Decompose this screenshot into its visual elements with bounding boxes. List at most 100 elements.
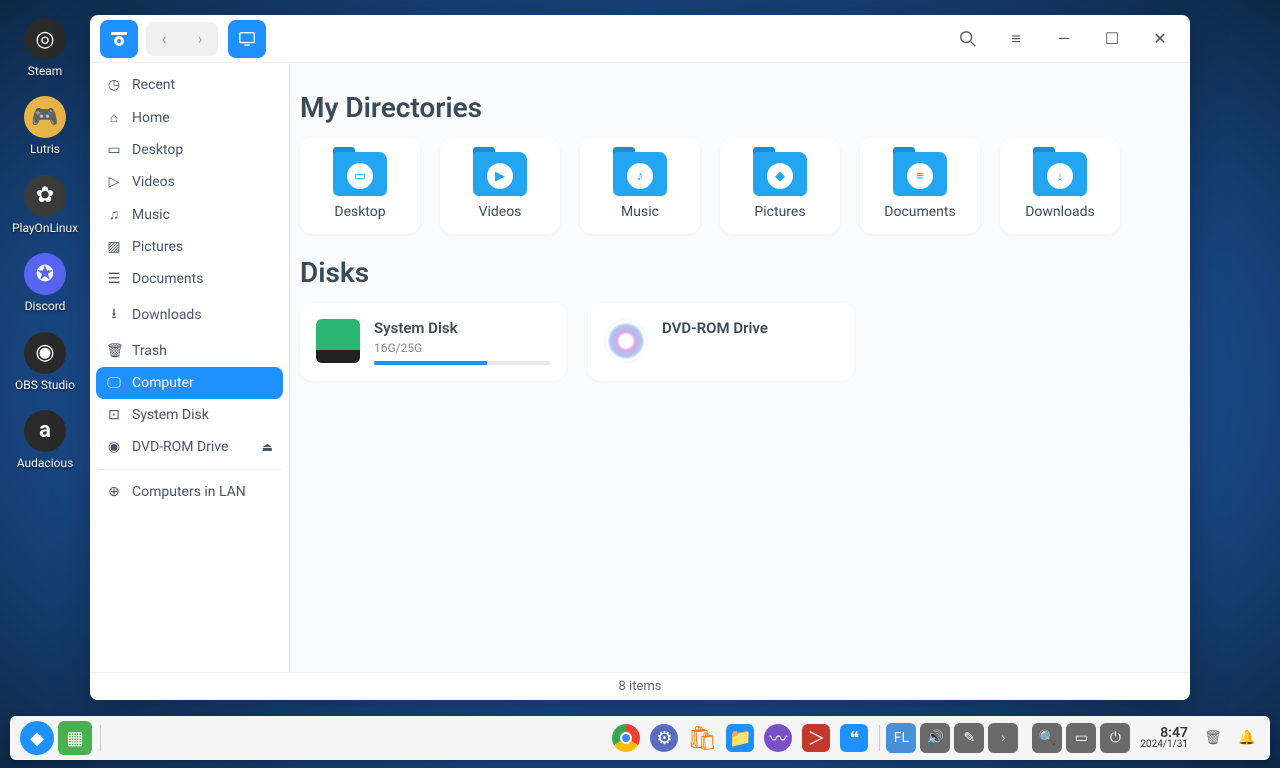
nav-buttons: ‹ › xyxy=(146,22,218,56)
desktop-icon-steam[interactable]: ◎ Steam xyxy=(5,18,85,78)
sidebar-item-music[interactable]: ♫Music xyxy=(96,198,283,231)
taskbar-app-notes[interactable]: ❝ xyxy=(837,721,871,755)
sidebar-item-computers-in-lan[interactable]: ⊕Computers in LAN xyxy=(96,476,283,508)
disks-grid: System Disk 16G/25G DVD-ROM Drive xyxy=(300,303,1180,381)
disk-progress xyxy=(374,361,550,365)
sidebar-item-label: Pictures xyxy=(132,239,183,255)
directory-label: Documents xyxy=(884,204,955,220)
sidebar-item-icon: 🖵 xyxy=(106,375,122,391)
directory-documents[interactable]: ≡ Documents xyxy=(860,138,980,234)
desktop-icon-audacious[interactable]: a Audacious xyxy=(5,410,85,470)
back-button[interactable]: ‹ xyxy=(146,22,182,56)
desktop-icon-obs[interactable]: ◉ OBS Studio xyxy=(5,332,85,392)
folder-icon: ▶ xyxy=(473,152,527,196)
tray-desktop[interactable]: ▭ xyxy=(1066,723,1096,753)
minimize-button[interactable]: — xyxy=(1044,19,1084,59)
sidebar-item-icon: ▨ xyxy=(106,239,122,255)
desktop-icon-discord[interactable]: ✪ Discord xyxy=(5,253,85,313)
directory-music[interactable]: ♪ Music xyxy=(580,138,700,234)
taskbar-app-monitor[interactable]: 〰 xyxy=(761,721,795,755)
sidebar-item-desktop[interactable]: ▭Desktop xyxy=(96,134,283,166)
sidebar-item-label: Trash xyxy=(132,343,167,359)
folder-icon: ≡ xyxy=(893,152,947,196)
content-area: My Directories ▭Desktop▶Videos ♪ Music ◆Pic… xyxy=(290,63,1190,672)
disk-name: System Disk xyxy=(374,319,550,337)
folder-icon: ♪ xyxy=(613,152,667,196)
disk-system-disk[interactable]: System Disk 16G/25G xyxy=(300,303,566,381)
sidebar-item-icon: ◷ xyxy=(106,77,122,93)
eject-icon[interactable]: ⏏ xyxy=(262,440,273,454)
close-button[interactable]: ✕ xyxy=(1140,19,1180,59)
taskbar-app-settings[interactable]: ⚙ xyxy=(647,721,681,755)
directory-videos[interactable]: ▶Videos xyxy=(440,138,560,234)
disk-usage: 16G/25G xyxy=(374,341,550,355)
desktop-icon-label: Audacious xyxy=(17,456,74,470)
sidebar-item-videos[interactable]: ▷Videos xyxy=(96,166,283,198)
tray-trash[interactable]: 🗑 xyxy=(1198,723,1228,753)
sidebar-item-icon: ▭ xyxy=(106,142,122,158)
hamburger-icon: ≡ xyxy=(1011,29,1020,49)
sidebar-item-documents[interactable]: ☰ Documents xyxy=(96,263,283,295)
clock-time: 8:47 xyxy=(1160,726,1188,740)
disk-dvd-rom-drive[interactable]: DVD-ROM Drive xyxy=(588,303,854,381)
sidebar-item-label: Home xyxy=(132,110,170,126)
file-manager-window: ‹ › ≡ — ☐ ✕ ◷Recent⌂Home▭Desktop▷Videos♫… xyxy=(90,15,1190,700)
sidebar-item-pictures[interactable]: ▨ Pictures xyxy=(96,231,283,263)
sidebar-item-dvd-rom-drive[interactable]: ◉DVD-ROM Drive⏏ xyxy=(96,431,283,463)
desktop-icon-label: Lutris xyxy=(30,142,60,156)
directory-downloads[interactable]: ↓Downloads xyxy=(1000,138,1120,234)
sidebar-item-downloads[interactable]: ⭳Downloads xyxy=(96,295,283,335)
taskbar-app-chrome[interactable] xyxy=(609,721,643,755)
tray-volume[interactable]: 🔊 xyxy=(920,723,950,753)
sidebar-item-system-disk[interactable]: ⊡System Disk xyxy=(96,399,283,431)
taskbar-app-store[interactable]: 🛍 xyxy=(685,721,719,755)
forward-button[interactable]: › xyxy=(182,22,218,56)
tray-power[interactable]: ⏻ xyxy=(1100,723,1130,753)
sidebar-item-computer[interactable]: 🖵Computer xyxy=(96,367,283,399)
taskbar-app-terminal[interactable]: ＞ xyxy=(799,721,833,755)
app-logo-icon[interactable] xyxy=(100,20,138,58)
directory-pictures[interactable]: ◆Pictures xyxy=(720,138,840,234)
sidebar-item-home[interactable]: ⌂ Home xyxy=(96,101,283,134)
directory-label: Music xyxy=(621,204,659,220)
sidebar-item-label: Videos xyxy=(132,174,175,190)
sidebar-item-recent[interactable]: ◷Recent xyxy=(96,69,283,101)
clock-date: 2024/1/31 xyxy=(1140,740,1188,750)
desktop-icon-label: PlayOnLinux xyxy=(12,221,78,235)
desktop-icon-label: OBS Studio xyxy=(15,378,75,392)
discord-icon: ✪ xyxy=(24,253,66,295)
steam-icon: ◎ xyxy=(24,18,66,60)
tray-input-method[interactable]: FL xyxy=(886,723,916,753)
tray-more[interactable]: › xyxy=(988,723,1018,753)
tray-clock[interactable]: 8:47 2024/1/31 xyxy=(1140,726,1188,750)
sidebar-item-trash[interactable]: 🗑Trash xyxy=(96,335,283,367)
tray-notifications[interactable]: 🔔 xyxy=(1232,723,1262,753)
taskbar-app-filemanager[interactable]: 📁 xyxy=(723,721,757,755)
section-title-disks: Disks xyxy=(300,256,1180,289)
search-icon xyxy=(959,30,977,48)
desktop-icon-lutris[interactable]: 🎮 Lutris xyxy=(5,96,85,156)
lutris-icon: 🎮 xyxy=(24,96,66,138)
launcher-button[interactable]: ◆ xyxy=(20,721,54,755)
directory-desktop[interactable]: ▭Desktop xyxy=(300,138,420,234)
folder-icon: ▭ xyxy=(333,152,387,196)
location-computer-icon[interactable] xyxy=(228,20,266,58)
menu-button[interactable]: ≡ xyxy=(996,19,1036,59)
sidebar-item-icon: ⌂ xyxy=(106,109,122,126)
search-button[interactable] xyxy=(948,19,988,59)
tray-search[interactable]: 🔍 xyxy=(1032,723,1062,753)
desktop-icon-label: Steam xyxy=(28,64,62,78)
sidebar: ◷Recent ⌂ Home ▭Desktop▷Videos♫Music ▨ Pictur… xyxy=(90,63,290,672)
maximize-button[interactable]: ☐ xyxy=(1092,19,1132,59)
playonlinux-icon: ✿ xyxy=(24,175,66,217)
sidebar-item-label: Documents xyxy=(132,271,203,287)
tray-usb[interactable]: ✎ xyxy=(954,723,984,753)
directories-grid: ▭Desktop▶Videos ♪ Music ◆Pictures ≡ Documents… xyxy=(300,138,1180,234)
desktop-icon-playonlinux[interactable]: ✿ PlayOnLinux xyxy=(5,175,85,235)
sidebar-item-icon: ☰ xyxy=(106,271,122,287)
item-count: 8 items xyxy=(619,679,662,694)
minimize-icon: — xyxy=(1058,29,1071,48)
section-title-directories: My Directories xyxy=(300,91,1180,124)
multitask-button[interactable]: ▦ xyxy=(58,721,92,755)
sidebar-item-icon: ⊡ xyxy=(106,407,122,423)
